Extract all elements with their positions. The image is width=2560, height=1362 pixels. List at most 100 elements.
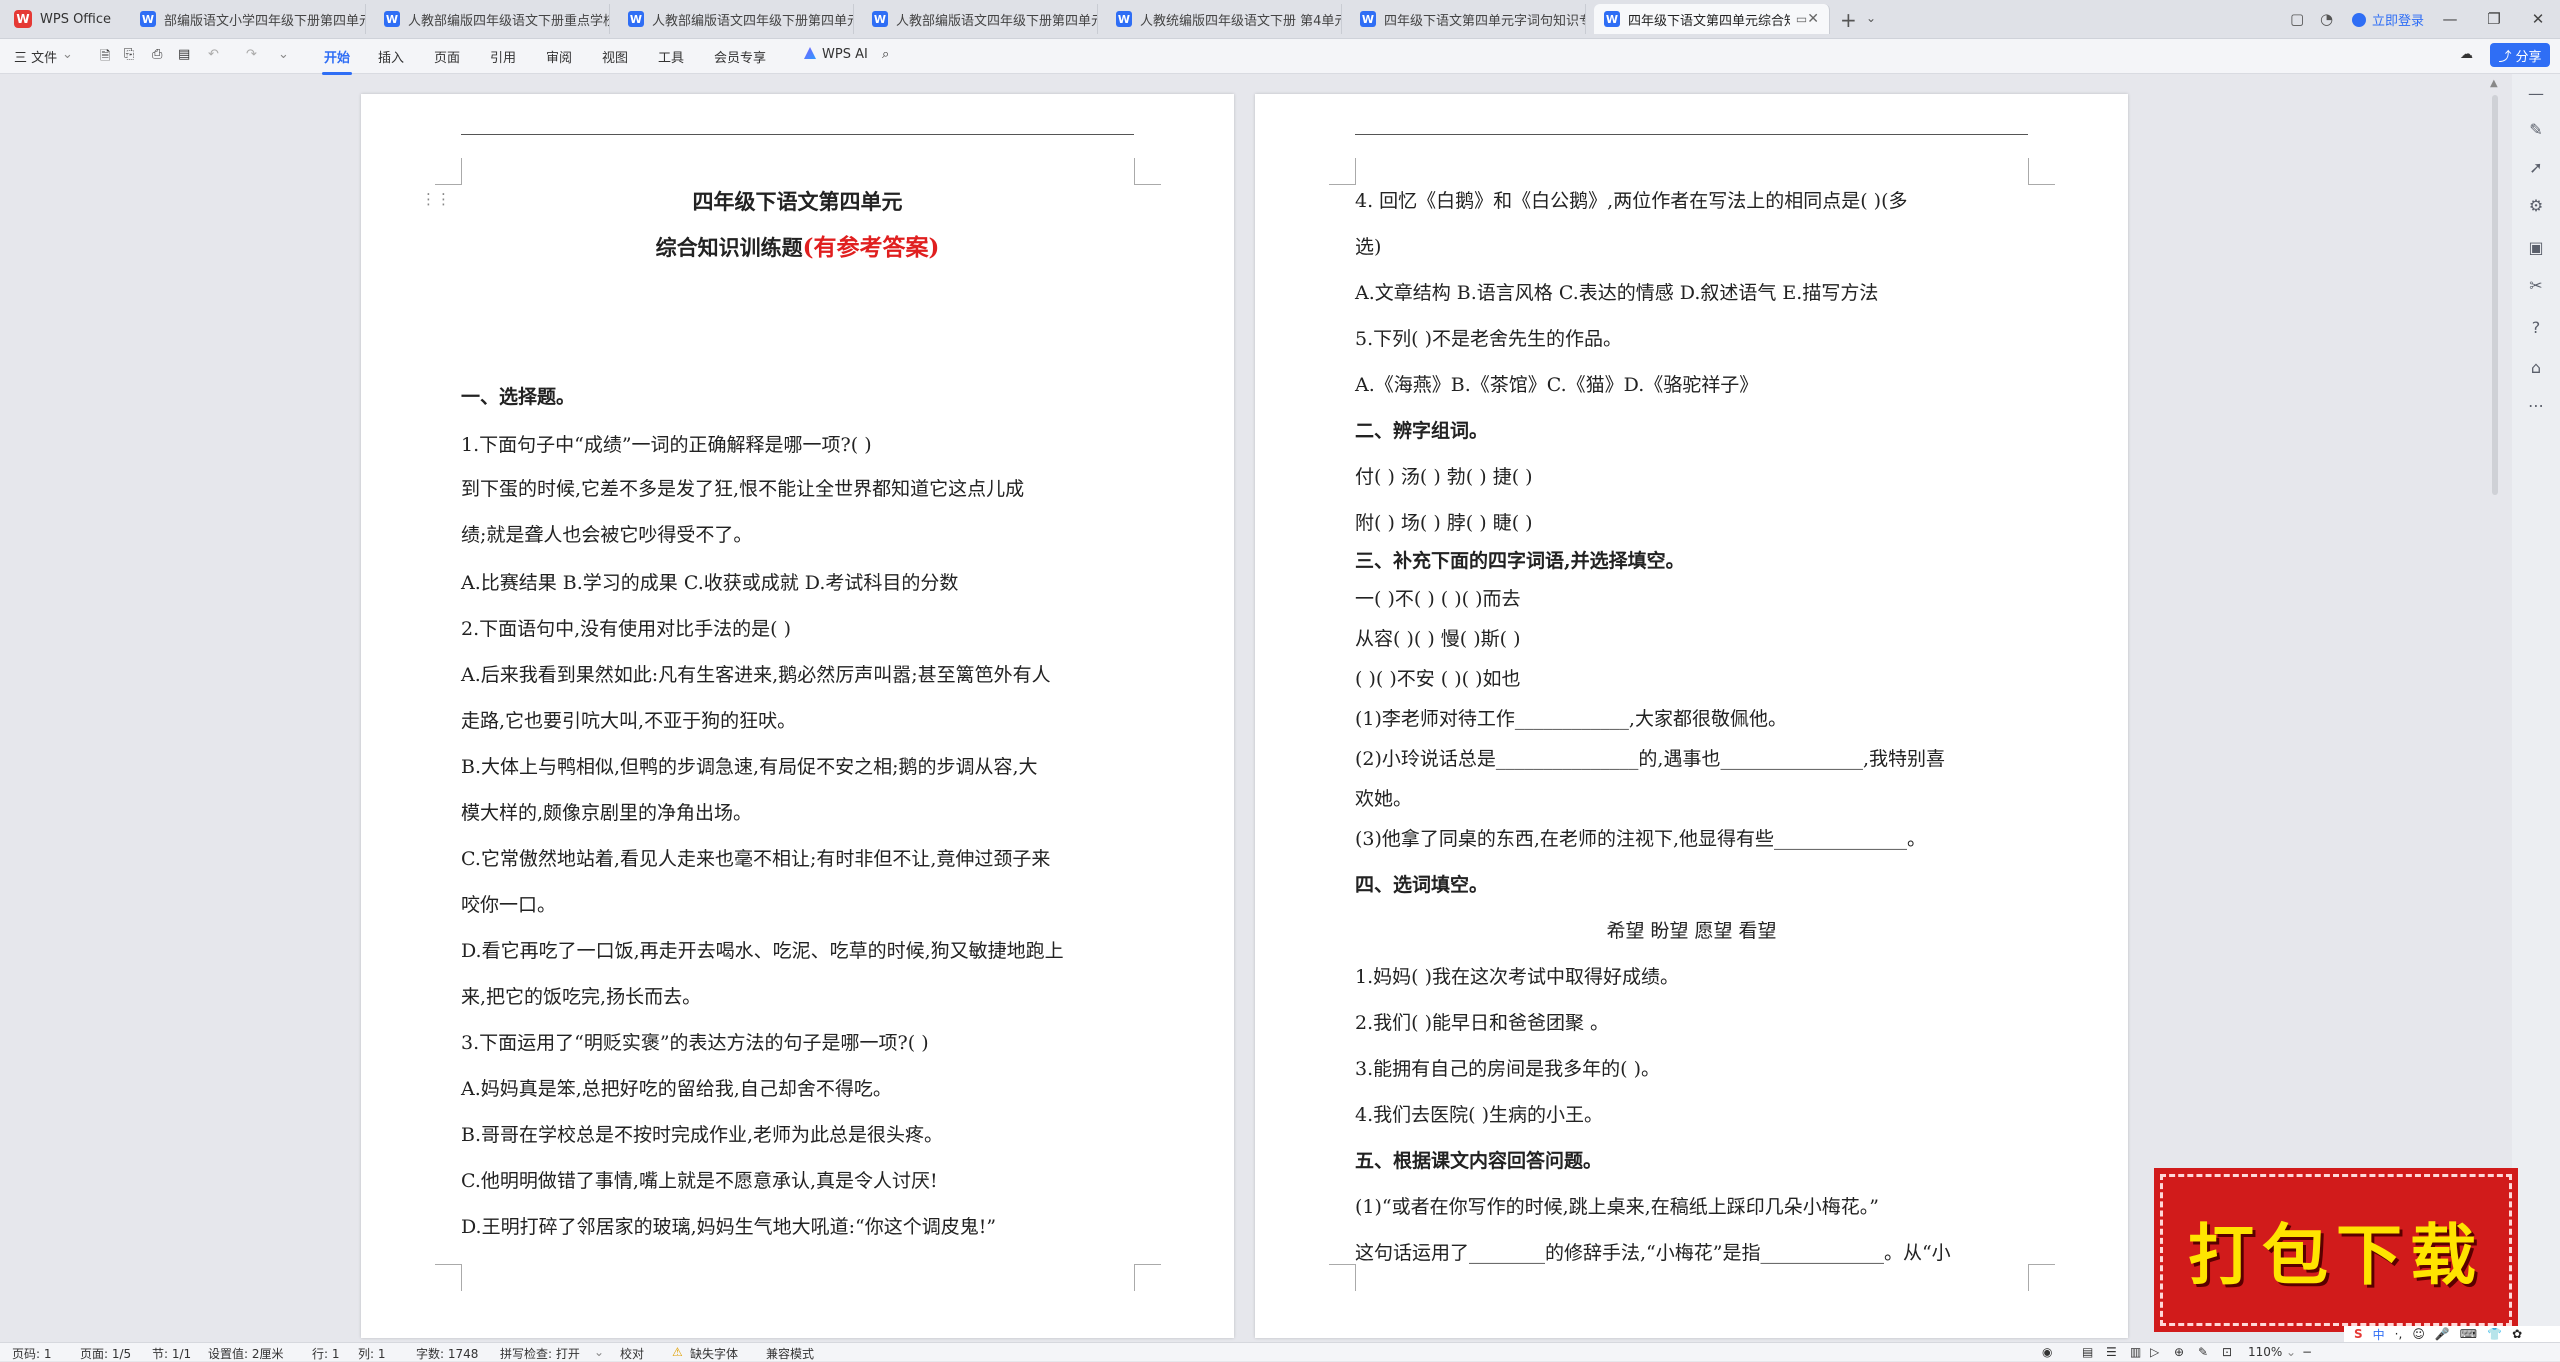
menu-member[interactable]: 会员专享	[714, 47, 766, 66]
section-heading: 二、辨字组词。	[1355, 420, 1489, 442]
image-tool-icon[interactable]: ▣	[2526, 238, 2546, 258]
text-line: A.后来我看到果然如此:凡有生客进来,鹅必然厉声叫嚣;甚至篱笆外有人	[461, 664, 1051, 686]
redo-icon[interactable]: ↷	[246, 47, 257, 62]
more-options-icon[interactable]: ⋯	[2526, 396, 2546, 416]
document-tab-4[interactable]: W 人教部编版语文四年级下册第四单元	[862, 4, 1098, 34]
warning-icon: ⚠	[672, 1345, 683, 1359]
login-button[interactable]: 立即登录	[2352, 10, 2424, 29]
text-line: 1.妈妈( )我在这次考试中取得好成绩。	[1355, 966, 1679, 988]
menu-home[interactable]: 开始	[321, 47, 353, 75]
status-spellcheck[interactable]: 拼写检查: 打开	[500, 1345, 580, 1362]
tab-title: 人教部编版四年级语文下册重点学校	[408, 13, 609, 29]
tab-list-chevron-icon[interactable]: ⌄	[1866, 11, 1876, 25]
minimize-icon[interactable]: —	[2428, 10, 2472, 28]
section-heading: 四、选词填空。	[1355, 874, 1489, 896]
status-missing-font[interactable]: 缺失字体	[690, 1345, 738, 1362]
edit-pen-icon[interactable]: ✎	[2526, 120, 2546, 140]
status-col[interactable]: 列: 1	[358, 1345, 386, 1362]
print-preview-icon[interactable]: ▤	[178, 47, 190, 62]
window-layout-icon[interactable]: ▢	[2290, 10, 2304, 28]
skin-icon[interactable]: ◔	[2320, 10, 2333, 28]
menu-reference[interactable]: 引用	[490, 47, 516, 66]
zoom-chevron-icon[interactable]: ⌄	[2286, 1345, 2296, 1359]
restore-icon[interactable]: ❐	[2472, 10, 2516, 28]
play-icon[interactable]: ▷	[2150, 1345, 2159, 1359]
document-tab-3[interactable]: W 人教部编版语文四年级下册第四单元	[618, 4, 854, 34]
web-view-icon[interactable]: ⊕	[2174, 1345, 2184, 1359]
reading-view-icon[interactable]: ▥	[2130, 1345, 2141, 1359]
save-icon[interactable]: 🗎	[100, 47, 110, 69]
collapse-sidebar-icon[interactable]: —	[2526, 84, 2546, 104]
print-icon[interactable]: ⎙	[152, 47, 162, 62]
search-icon[interactable]: ⌕	[882, 47, 889, 62]
zoom-level[interactable]: 110%	[2248, 1345, 2282, 1359]
new-tab-icon[interactable]: +	[1840, 8, 1857, 32]
document-tab-5[interactable]: W 人教统编版四年级语文下册 第4单元	[1106, 4, 1342, 34]
menu-tools[interactable]: 工具	[658, 47, 684, 66]
status-compat-mode[interactable]: 兼容模式	[766, 1345, 814, 1362]
eye-protection-icon[interactable]: ◉	[2042, 1345, 2052, 1359]
margin-corner-mark	[1134, 158, 1161, 185]
wps-ai-button[interactable]: WPS AI	[804, 47, 868, 62]
status-section[interactable]: 节: 1/1	[152, 1345, 191, 1362]
sogou-logo-icon[interactable]: S	[2354, 1327, 2363, 1341]
menu-view[interactable]: 视图	[602, 47, 628, 66]
status-word-count[interactable]: 字数: 1748	[416, 1345, 478, 1362]
document-tab-7-active[interactable]: W 四年级下语文第四单元综合知 ▭ ✕	[1594, 4, 1830, 34]
ime-tools-icon[interactable]: ✿	[2512, 1327, 2522, 1341]
text-line: 绩;就是聋人也会被它吵得受不了。	[461, 524, 753, 546]
scroll-up-icon[interactable]: ▲	[2490, 78, 2498, 89]
ime-voice-icon[interactable]: 🎤	[2435, 1327, 2450, 1341]
tools-icon[interactable]: ✂	[2526, 276, 2546, 296]
close-tab-icon[interactable]: ✕	[1807, 11, 1819, 27]
text-line: 2.下面语句中,没有使用对比手法的是( )	[461, 618, 792, 640]
status-proofread[interactable]: 校对	[620, 1345, 644, 1362]
document-tab-6[interactable]: W 四年级下语文第四单元字词句知识专	[1350, 4, 1586, 34]
adjust-icon[interactable]: ⚙	[2526, 196, 2546, 216]
status-setting[interactable]: 设置值: 2厘米	[208, 1345, 284, 1362]
file-menu-chevron-icon[interactable]: ⌄	[62, 47, 73, 62]
spellcheck-chevron-icon[interactable]: ⌄	[594, 1345, 604, 1359]
vertical-scrollbar-thumb[interactable]	[2492, 95, 2498, 495]
status-page[interactable]: 页码: 1	[12, 1345, 52, 1362]
section-heading: 五、根据课文内容回答问题。	[1355, 1150, 1603, 1172]
file-menu[interactable]: 三 文件	[14, 47, 57, 66]
status-row[interactable]: 行: 1	[312, 1345, 340, 1362]
window-controls: — ❐ ✕	[2428, 0, 2560, 38]
share-button[interactable]: ⤴ 分享	[2490, 43, 2550, 67]
wps-home-tab[interactable]: W WPS Office	[0, 4, 111, 34]
export-icon[interactable]: ⎘	[124, 47, 134, 62]
cloud-sync-icon[interactable]: ☁	[2460, 47, 2473, 62]
close-window-icon[interactable]: ✕	[2516, 10, 2560, 28]
download-banner[interactable]: 打包下载	[2154, 1168, 2518, 1332]
document-page-2[interactable]: 4. 回忆《白鹅》和《白公鹅》,两位作者在写法上的相同点是( )(多 选) A.文章…	[1255, 94, 2128, 1338]
tab-window-icon[interactable]: ▭	[1796, 12, 1807, 26]
zoom-out-icon[interactable]: −	[2302, 1345, 2312, 1359]
page-view-icon[interactable]: ▤	[2082, 1345, 2093, 1359]
undo-icon[interactable]: ↶	[208, 47, 219, 62]
menu-page[interactable]: 页面	[434, 47, 460, 66]
clothing-icon[interactable]: ⌂	[2526, 358, 2546, 378]
fit-page-icon[interactable]: ⊡	[2222, 1345, 2232, 1359]
status-pages[interactable]: 页面: 1/5	[80, 1345, 131, 1362]
menu-insert[interactable]: 插入	[378, 47, 404, 66]
ime-keyboard-icon[interactable]: ⌨	[2460, 1327, 2477, 1341]
ime-punctuation-icon[interactable]: ·,	[2395, 1327, 2403, 1341]
ime-skin-icon[interactable]: 👕	[2487, 1327, 2502, 1341]
document-tab-2[interactable]: W 人教部编版四年级语文下册重点学校	[374, 4, 610, 34]
document-page-1[interactable]: ⋮⋮ 四年级下语文第四单元 综合知识训练题(有参考答案) 一、选择题。 1.下面句…	[361, 94, 1234, 1338]
outline-view-icon[interactable]: ☰	[2106, 1345, 2117, 1359]
pen-view-icon[interactable]: ✎	[2198, 1345, 2208, 1359]
menu-review[interactable]: 审阅	[546, 47, 572, 66]
quick-access-chevron-icon[interactable]: ⌄	[278, 47, 289, 62]
margin-corner-mark	[1134, 1264, 1161, 1291]
ime-lang[interactable]: 中	[2373, 1326, 2385, 1343]
help-icon[interactable]: ?	[2526, 318, 2546, 338]
text-line: (2)小玲说话总是_______________的,遇事也___________…	[1355, 748, 1945, 770]
text-line: 一( )不( ) ( )( )而去	[1355, 588, 1521, 610]
ime-emoji-icon[interactable]: ☺	[2412, 1327, 2425, 1341]
select-cursor-icon[interactable]: ➚	[2526, 158, 2546, 178]
text-line: A.比赛结果 B.学习的成果 C.收获或成就 D.考试科目的分数	[461, 572, 959, 594]
document-tab-1[interactable]: W 部编版语文小学四年级下册第四单元	[130, 4, 366, 34]
tab-title: 人教部编版语文四年级下册第四单元	[652, 13, 853, 29]
